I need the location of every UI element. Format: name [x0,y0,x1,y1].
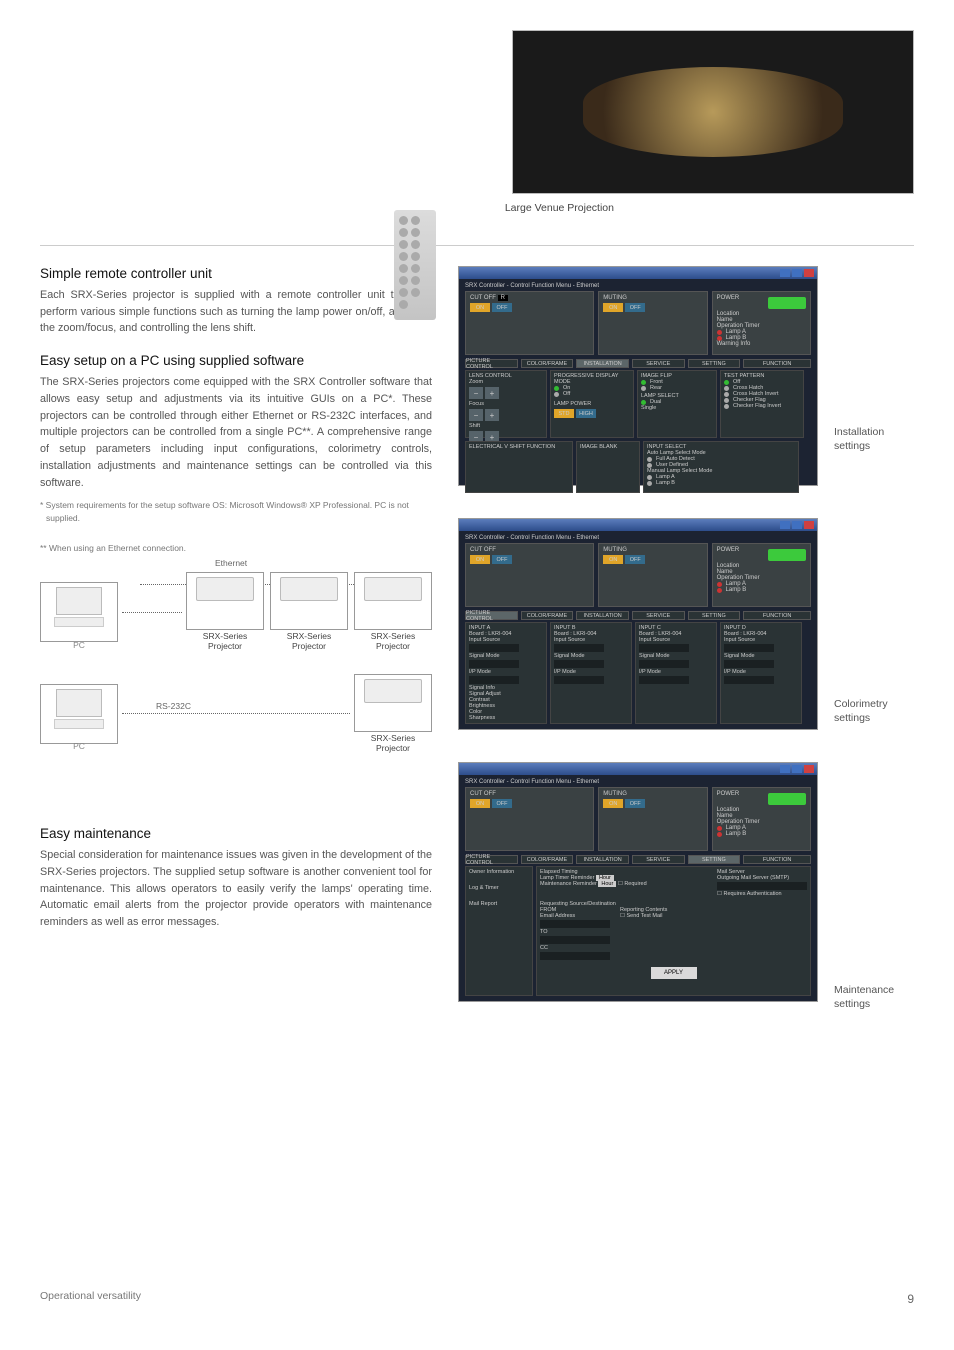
colorimetry-caption: Colorimetry settings [834,698,914,725]
installation-caption: Installation settings [834,426,914,453]
proj-label-2: SRX-SeriesProjector [270,632,348,652]
footnote-1: * System requirements for the setup soft… [40,499,432,524]
pc-label-1: PC [73,640,85,650]
setup-body: The SRX-Series projectors come equipped … [40,374,432,491]
diagram-pc-1: PC [40,582,118,642]
maint-heading: Easy maintenance [40,826,432,841]
diagram-projector-1 [186,572,264,630]
hero-photo [512,30,914,194]
remote-controller-image [394,210,436,320]
maintenance-caption: Maintenance settings [834,984,914,1011]
footer-operational: Operational versatility [40,1290,141,1302]
pc-label-2: PC [73,741,85,751]
diagram-projector-2 [270,572,348,630]
hero-caption: Large Venue Projection [505,202,614,214]
maintenance-screenshot: SRX Controller - Control Function Menu -… [458,762,818,1002]
installation-screenshot: SRX Controller - Control Function Menu -… [458,266,818,486]
proj-label-4: SRX-SeriesProjector [354,734,432,754]
diagram-projector-3 [354,572,432,630]
diagram-pc-2: PC [40,684,118,744]
rs232c-label: RS-232C [156,701,191,711]
proj-label-3: SRX-SeriesProjector [354,632,432,652]
remote-body: Each SRX-Series projector is supplied wi… [40,287,432,337]
maint-body: Special consideration for maintenance is… [40,847,432,931]
setup-heading: Easy setup on a PC using supplied softwa… [40,353,432,368]
connection-diagram: Ethernet PC SRX-SeriesProjector [40,572,432,802]
footnote-2: ** When using an Ethernet connection. [40,542,432,554]
colorimetry-screenshot: SRX Controller - Control Function Menu -… [458,518,818,730]
remote-heading: Simple remote controller unit [40,266,432,281]
diagram-projector-4 [354,674,432,732]
page-number: 9 [907,1292,914,1306]
ethernet-label: Ethernet [215,558,247,568]
proj-label-1: SRX-SeriesProjector [186,632,264,652]
